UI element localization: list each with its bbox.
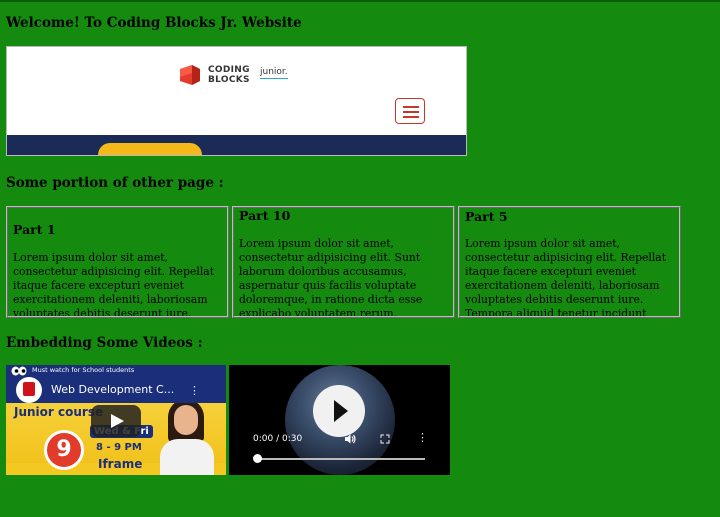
part-title: Part 5 xyxy=(465,209,508,224)
fullscreen-icon[interactable] xyxy=(380,434,390,444)
play-button-icon[interactable] xyxy=(91,405,141,437)
part-text: Lorem ipsum dolor sit amet, consectetur … xyxy=(465,237,667,318)
logo-line-1: CODING xyxy=(208,65,250,75)
part-title: Part 10 xyxy=(239,208,291,223)
volume-icon[interactable] xyxy=(344,433,356,445)
progress-track[interactable] xyxy=(257,458,425,460)
logo-junior: junior. xyxy=(260,67,288,79)
more-options-icon[interactable]: ⋮ xyxy=(417,431,428,444)
logo-line-2: BLOCKS xyxy=(208,75,250,85)
other-page-heading: Some portion of other page : xyxy=(6,175,224,191)
presenter-image xyxy=(156,395,226,475)
part-title: Part 1 xyxy=(13,222,56,237)
video-time: 0:00 / 0:30 xyxy=(253,434,303,444)
video-title[interactable]: Web Development C... xyxy=(51,383,174,396)
episode-number: 9 xyxy=(44,430,84,470)
embedding-heading: Embedding Some Videos : xyxy=(6,335,203,351)
play-button-icon[interactable] xyxy=(313,385,365,437)
progress-handle[interactable] xyxy=(253,454,262,463)
site-hero-strip xyxy=(7,135,466,155)
logo-text: CODING BLOCKS xyxy=(208,65,250,85)
eyes-emoji-icon xyxy=(11,366,27,376)
topic-label: Iframe xyxy=(98,457,143,471)
more-options-icon[interactable]: ⋮ xyxy=(189,384,200,397)
hamburger-menu-icon[interactable] xyxy=(395,98,425,124)
coding-blocks-logo-icon xyxy=(180,65,200,85)
coding-blocks-logo[interactable]: CODING BLOCKS junior. xyxy=(178,61,298,89)
channel-avatar-icon[interactable] xyxy=(16,377,42,403)
banner-text: Must watch for School students xyxy=(32,366,135,374)
thumbnail-heading: Junior course xyxy=(14,405,104,419)
html5-video-player[interactable]: 0:00 / 0:30 ⋮ xyxy=(229,365,450,475)
welcome-heading: Welcome! To Coding Blocks Jr. Website xyxy=(6,15,302,31)
embedded-site-iframe[interactable]: CODING BLOCKS junior. xyxy=(6,46,467,156)
part-text: Lorem ipsum dolor sit amet, consectetur … xyxy=(13,251,215,318)
hero-cta-partial[interactable] xyxy=(98,143,202,155)
top-border xyxy=(0,0,720,2)
schedule-time: 8 - 9 PM xyxy=(96,442,142,453)
part-frame-1[interactable]: Part 1 Lorem ipsum dolor sit amet, conse… xyxy=(6,206,229,318)
youtube-video-embed[interactable]: Junior course 9 Wed & Fri 8 - 9 PM Ifram… xyxy=(6,365,226,475)
part-frame-5[interactable]: Part 5 Lorem ipsum dolor sit amet, conse… xyxy=(458,206,681,318)
part-frame-10[interactable]: Part 10 Lorem ipsum dolor sit amet, cons… xyxy=(232,206,455,318)
part-text: Lorem ipsum dolor sit amet, consectetur … xyxy=(239,237,423,318)
